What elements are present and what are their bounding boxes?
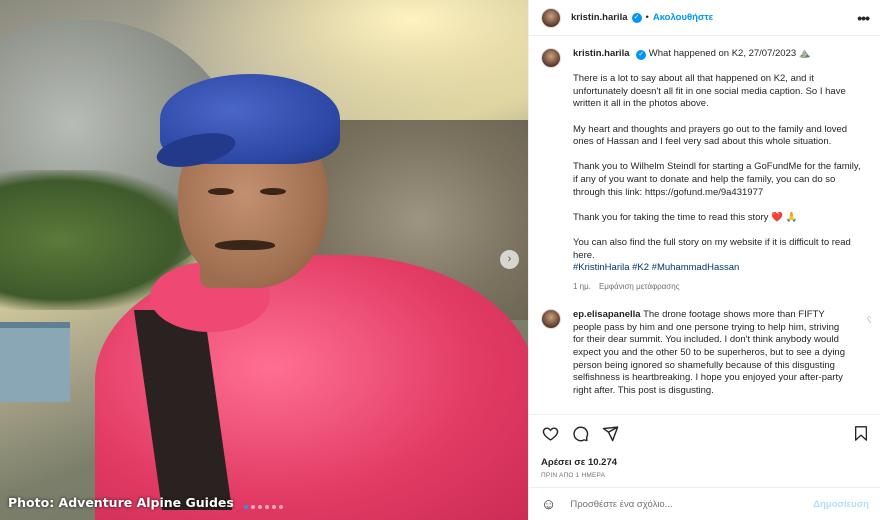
- bookmark-icon[interactable]: [853, 425, 869, 447]
- carousel-dot[interactable]: [251, 505, 255, 509]
- post-timestamp: ΠΡΙΝ ΑΠΟ 1 ΗΜΕΡΑ: [541, 472, 606, 479]
- follow-button[interactable]: Ακολουθήστε: [653, 12, 713, 23]
- post-side-panel: kristin.harila ✓ • Ακολουθήστε ••• krist…: [528, 0, 880, 520]
- comment-username[interactable]: ep.elisapanella: [573, 309, 641, 320]
- comment-text: The drone footage shows more than FIFTY …: [573, 309, 845, 396]
- chevron-right-icon[interactable]: ›: [500, 250, 519, 269]
- caption-title: What happened on K2, 27/07/2023 ⛰️: [648, 48, 811, 59]
- carousel-dot[interactable]: [258, 505, 262, 509]
- verified-badge-icon: ✓: [631, 12, 642, 23]
- avatar[interactable]: [541, 48, 561, 68]
- comment-input[interactable]: [570, 499, 801, 510]
- comment-body: ep.elisapanella The drone footage shows …: [573, 309, 845, 397]
- comment-item: ep.elisapanella The drone footage shows …: [541, 309, 871, 397]
- carousel-dots: [244, 505, 283, 509]
- more-horizontal-icon[interactable]: •••: [857, 10, 870, 26]
- caption-username[interactable]: kristin.harila: [573, 48, 630, 59]
- photo-eye-right: [260, 188, 286, 195]
- photo-mustache: [215, 240, 275, 250]
- caption-body: kristin.harila ✓ What happened on K2, 27…: [573, 48, 863, 293]
- heart-icon[interactable]: [541, 425, 559, 443]
- caption-paragraph: Thank you for taking the time to read th…: [573, 211, 798, 223]
- header-username[interactable]: kristin.harila: [571, 12, 628, 23]
- smiley-icon[interactable]: ☺: [541, 496, 556, 513]
- carousel-dot[interactable]: [244, 505, 248, 509]
- likes-count[interactable]: Αρέσει σε 10.274: [541, 457, 617, 468]
- post-actions: Αρέσει σε 10.274 ΠΡΙΝ ΑΠΟ 1 ΗΜΕΡΑ ☺ Δημο…: [529, 414, 880, 520]
- paper-plane-icon[interactable]: [601, 425, 619, 443]
- caption-meta: 1 ημ. Εμφάνιση μετάφρασης: [573, 281, 863, 294]
- caption-paragraph: My heart and thoughts and prayers go out…: [573, 123, 848, 148]
- caption: kristin.harila ✓ What happened on K2, 27…: [541, 48, 871, 293]
- post-comment-button[interactable]: Δημοσίευση: [813, 499, 869, 510]
- action-icons: [541, 425, 619, 443]
- caption-paragraph: There is a lot to say about all that hap…: [573, 73, 846, 110]
- caption-scroll-area[interactable]: kristin.harila ✓ What happened on K2, 27…: [541, 48, 871, 414]
- carousel-dot[interactable]: [265, 505, 269, 509]
- post-header: kristin.harila ✓ • Ακολουθήστε •••: [529, 0, 880, 36]
- header-separator: •: [645, 12, 649, 23]
- caption-paragraph: You can also find the full story on my w…: [573, 236, 851, 261]
- photo-credit: Photo: Adventure Alpine Guides: [8, 495, 234, 510]
- avatar[interactable]: [541, 7, 561, 28]
- caption-age[interactable]: 1 ημ.: [573, 282, 591, 291]
- verified-badge-icon: ✓: [636, 50, 647, 60]
- comment-like-heart-icon[interactable]: ♡: [867, 315, 871, 326]
- carousel-dot[interactable]: [272, 505, 276, 509]
- see-translation-button[interactable]: Εμφάνιση μετάφρασης: [599, 282, 680, 291]
- avatar[interactable]: [541, 309, 561, 330]
- comment-icon[interactable]: [571, 425, 589, 443]
- caption-paragraph: Thank you to Wilhelm Steindl for startin…: [573, 161, 861, 198]
- photo-eye-left: [208, 188, 234, 195]
- carousel-dot[interactable]: [279, 505, 283, 509]
- add-comment-bar: ☺ Δημοσίευση: [529, 487, 880, 520]
- post-photo[interactable]: › Photo: Adventure Alpine Guides: [0, 0, 528, 520]
- photo-hut: [0, 322, 70, 402]
- caption-hashtags[interactable]: #KristinHarila #K2 #MuhammadHassan: [573, 262, 863, 275]
